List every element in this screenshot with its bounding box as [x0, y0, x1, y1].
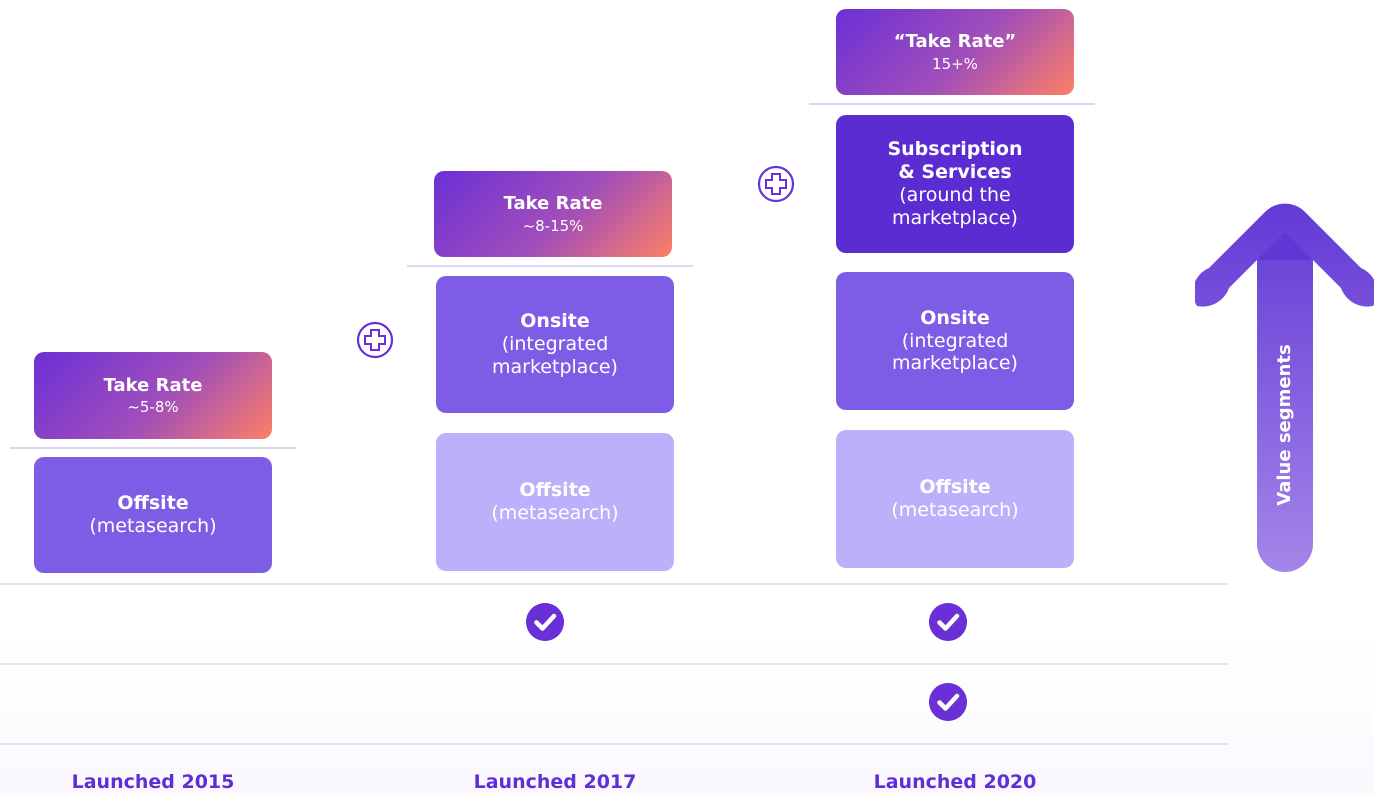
- offsite-sub: (metasearch): [89, 515, 217, 537]
- take-rate-value: 15+%: [932, 54, 978, 73]
- onsite-box-2017: Onsite (integrated marketplace): [436, 276, 674, 413]
- launch-label-2017: Launched 2017: [473, 771, 637, 793]
- offsite-box-2020: Offsite (metasearch): [836, 430, 1074, 568]
- check-circle-icon: [929, 603, 967, 641]
- value-segments-label: Value segments: [1274, 344, 1295, 506]
- offsite-sub: (metasearch): [491, 502, 619, 524]
- offsite-box-2015: Offsite (metasearch): [34, 457, 272, 573]
- row-divider: [0, 583, 1228, 585]
- onsite-box-2020: Onsite (integrated marketplace): [836, 272, 1074, 410]
- plus-circle-icon: [356, 321, 394, 359]
- subscription-services-box: Subscription & Services (around the mark…: [836, 115, 1074, 253]
- plus-circle-icon: [757, 165, 795, 203]
- row-divider: [0, 743, 1228, 745]
- take-rate-title: “Take Rate”: [893, 31, 1017, 53]
- divider-line: [809, 103, 1095, 105]
- onsite-sub-1: (integrated: [501, 333, 609, 356]
- take-rate-title: Take Rate: [103, 374, 203, 396]
- onsite-sub-2: marketplace): [892, 352, 1018, 375]
- subscription-title-1: Subscription: [887, 138, 1023, 161]
- subscription-title-2: & Services: [898, 161, 1012, 184]
- onsite-sub-1: (integrated: [901, 329, 1009, 352]
- offsite-box-2017: Offsite (metasearch): [436, 433, 674, 571]
- subscription-sub-2: marketplace): [892, 206, 1018, 229]
- offsite-title: Offsite: [117, 492, 189, 515]
- take-rate-value: ~8-15%: [522, 216, 584, 235]
- take-rate-box-2020: “Take Rate” 15+%: [836, 9, 1074, 95]
- divider-line: [10, 447, 296, 449]
- launch-label-2020: Launched 2020: [873, 771, 1037, 793]
- offsite-title: Offsite: [519, 479, 591, 502]
- take-rate-title: Take Rate: [503, 193, 603, 215]
- onsite-title: Onsite: [520, 310, 590, 333]
- divider-line: [407, 265, 693, 267]
- onsite-title: Onsite: [920, 306, 990, 329]
- offsite-sub: (metasearch): [891, 499, 1019, 521]
- take-rate-box-2017: Take Rate ~8-15%: [434, 171, 672, 257]
- take-rate-box-2015: Take Rate ~5-8%: [34, 352, 272, 439]
- onsite-sub-2: marketplace): [492, 355, 618, 378]
- check-circle-icon: [526, 603, 564, 641]
- check-circle-icon: [929, 683, 967, 721]
- launch-label-2015: Launched 2015: [71, 771, 235, 793]
- offsite-title: Offsite: [919, 476, 991, 499]
- row-divider: [0, 663, 1228, 665]
- take-rate-value: ~5-8%: [127, 398, 179, 417]
- subscription-sub-1: (around the: [899, 184, 1011, 206]
